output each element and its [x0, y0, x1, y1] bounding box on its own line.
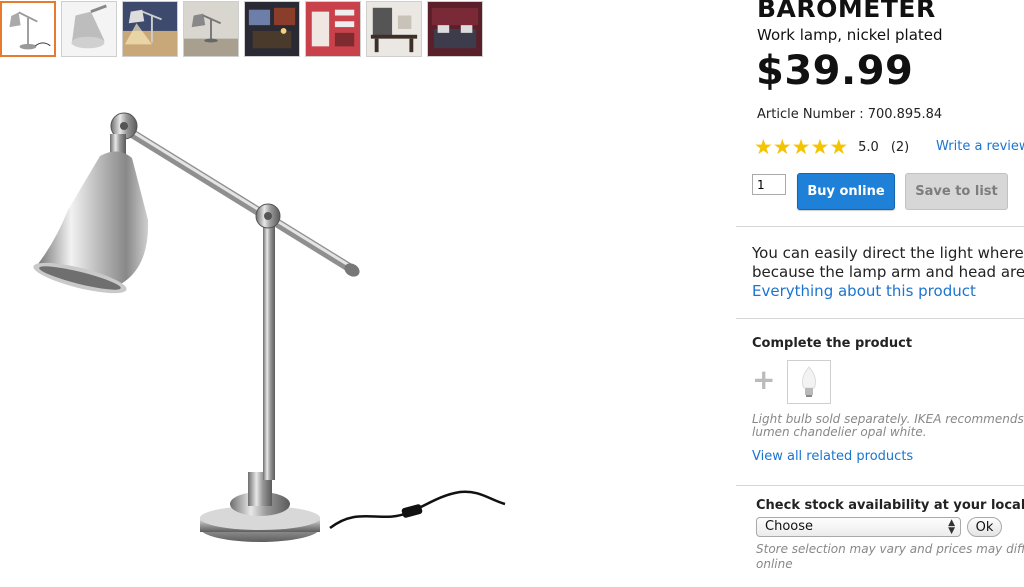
- stock-availability-title: Check stock availability at your local s…: [756, 498, 1024, 513]
- summary-line: because the lamp arm and head are adjust…: [752, 263, 1024, 281]
- plus-icon: +: [752, 363, 776, 396]
- save-to-list-button[interactable]: Save to list: [905, 173, 1008, 210]
- thumbnail-room-red[interactable]: [305, 1, 361, 57]
- star-icon: ★: [791, 135, 811, 159]
- product-summary: You can easily direct the light where yo…: [752, 244, 1024, 301]
- star-icon: ★: [754, 135, 773, 159]
- rating-count: (2): [890, 139, 910, 155]
- note-line: Store selection may vary and prices may …: [756, 542, 1024, 556]
- thumbnail-lamp-closeup[interactable]: [61, 1, 117, 57]
- store-select[interactable]: Choose ▲ ▼: [756, 517, 961, 537]
- divider: [736, 318, 1024, 319]
- thumbnail-room-bedroom[interactable]: [427, 1, 483, 57]
- product-price: $39.99: [756, 48, 914, 94]
- write-review-link[interactable]: Write a review: [936, 139, 1024, 154]
- thumbnail-room-dark[interactable]: [244, 1, 300, 57]
- star-icon: ★: [810, 135, 830, 159]
- product-info-panel: BAROMETER Work lamp, nickel plated $39.9…: [736, 0, 1024, 587]
- star-icon: ★: [772, 135, 792, 159]
- product-name: BAROMETER: [757, 0, 936, 23]
- thumbnail-strip: [0, 0, 483, 58]
- ok-button[interactable]: Ok: [967, 517, 1002, 537]
- light-bulb-thumbnail[interactable]: [787, 360, 831, 404]
- buy-online-button[interactable]: Buy online: [797, 173, 895, 210]
- divider: [736, 226, 1024, 227]
- light-bulb-note: Light bulb sold separately. IKEA recomme…: [752, 413, 1024, 439]
- product-description: Work lamp, nickel plated: [757, 26, 943, 44]
- store-select-value: Choose: [765, 519, 813, 534]
- rating-score: 5.0: [858, 139, 879, 155]
- thumbnail-lamp-desk[interactable]: [183, 1, 239, 57]
- summary-line: You can easily direct the light where yo…: [752, 244, 1024, 262]
- star-icon: ★: [829, 135, 849, 159]
- main-product-image: [20, 100, 520, 560]
- light-bulb-icon: [801, 366, 817, 397]
- article-number: Article Number : 700.895.84: [757, 107, 943, 122]
- select-arrows-icon: ▲ ▼: [948, 518, 955, 536]
- thumbnail-lamp-side[interactable]: [0, 1, 56, 57]
- thumbnail-lamp-lit[interactable]: [122, 1, 178, 57]
- note-line: online: [756, 557, 793, 571]
- star-rating: ★ ★ ★ ★ ★: [754, 135, 849, 159]
- rating-row: ★ ★ ★ ★ ★ 5.0 (2): [754, 136, 909, 158]
- view-related-products-link[interactable]: View all related products: [752, 449, 913, 464]
- everything-about-product-link[interactable]: Everything about this product: [752, 282, 1024, 301]
- stock-note: Store selection may vary and prices may …: [756, 542, 1024, 572]
- quantity-input[interactable]: [752, 174, 786, 195]
- thumbnail-room-desk[interactable]: [366, 1, 422, 57]
- divider: [736, 485, 1024, 486]
- note-line: lumen chandelier opal white.: [752, 425, 927, 439]
- complete-product-title: Complete the product: [752, 336, 913, 351]
